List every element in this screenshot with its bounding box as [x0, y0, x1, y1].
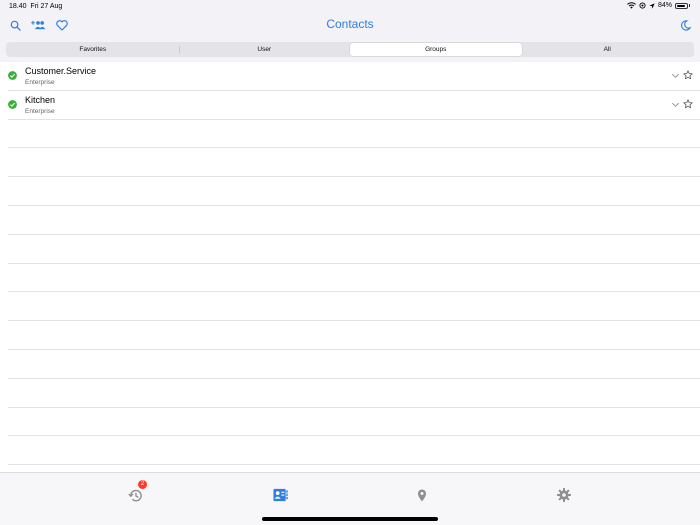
- empty-row: [0, 120, 700, 149]
- check-circle-icon: [8, 99, 17, 109]
- empty-row: [0, 206, 700, 235]
- star-icon[interactable]: [683, 70, 693, 80]
- battery-percent: 84%: [657, 2, 672, 9]
- navigation-bar: Contacts: [0, 12, 700, 40]
- home-indicator[interactable]: [262, 517, 438, 521]
- empty-row: [0, 350, 700, 379]
- empty-row: [0, 292, 700, 321]
- empty-row: [0, 379, 700, 408]
- history-icon: [127, 489, 142, 501]
- date-text: Fri 27 Aug: [30, 3, 63, 10]
- status-indicators: 84%: [627, 2, 690, 9]
- star-icon[interactable]: [683, 99, 693, 109]
- empty-row: [0, 177, 700, 206]
- empty-row: [0, 235, 700, 264]
- battery-icon: [675, 2, 688, 9]
- location-arrow-icon: [649, 2, 655, 9]
- contact-row[interactable]: Customer.Service Enterprise: [0, 62, 700, 91]
- empty-row: [0, 321, 700, 350]
- chevron-down-icon[interactable]: [671, 71, 680, 80]
- contact-subtitle: Enterprise: [25, 107, 55, 115]
- status-bar: 18.40 Fri 27 Aug 84%: [0, 0, 700, 12]
- page-title: Contacts: [326, 17, 374, 31]
- orientation-lock-icon: [639, 2, 646, 9]
- battery-fill: [677, 4, 685, 7]
- battery-cap: [689, 4, 690, 7]
- wifi-icon: [627, 2, 636, 9]
- status-time: 18.40 Fri 27 Aug: [9, 3, 62, 10]
- segment-groups[interactable]: Groups: [350, 43, 522, 56]
- chevron-down-icon[interactable]: [671, 100, 680, 109]
- contact-row[interactable]: Kitchen Enterprise: [0, 91, 700, 120]
- contact-subtitle: Enterprise: [25, 79, 55, 86]
- segment-user[interactable]: User: [178, 43, 351, 56]
- location-icon: [418, 489, 426, 501]
- contacts-filter-segmented-control: Favorites User Groups All: [6, 42, 694, 57]
- contact-name: Customer.Service: [25, 66, 97, 76]
- moon-icon: [680, 19, 691, 31]
- empty-row: [0, 436, 700, 465]
- recents-badge: 2: [138, 480, 147, 489]
- empty-row: [0, 148, 700, 177]
- gear-icon: [557, 488, 571, 502]
- contacts-list: Customer.Service Enterprise Kitchen Ente…: [0, 62, 700, 472]
- segment-favorites[interactable]: Favorites: [7, 43, 179, 56]
- contact-name: Kitchen: [25, 94, 56, 105]
- tab-location[interactable]: [414, 487, 430, 503]
- time-text: 18.40: [9, 3, 27, 10]
- tab-recents[interactable]: 2: [127, 480, 147, 503]
- contacts-icon: [272, 488, 288, 502]
- tab-contacts[interactable]: [272, 487, 288, 503]
- check-circle-icon: [8, 71, 17, 80]
- empty-row: [0, 408, 700, 437]
- tab-settings[interactable]: [556, 487, 572, 503]
- dark-mode-button[interactable]: [678, 18, 692, 32]
- segment-all[interactable]: All: [522, 43, 694, 56]
- empty-row: [0, 264, 700, 293]
